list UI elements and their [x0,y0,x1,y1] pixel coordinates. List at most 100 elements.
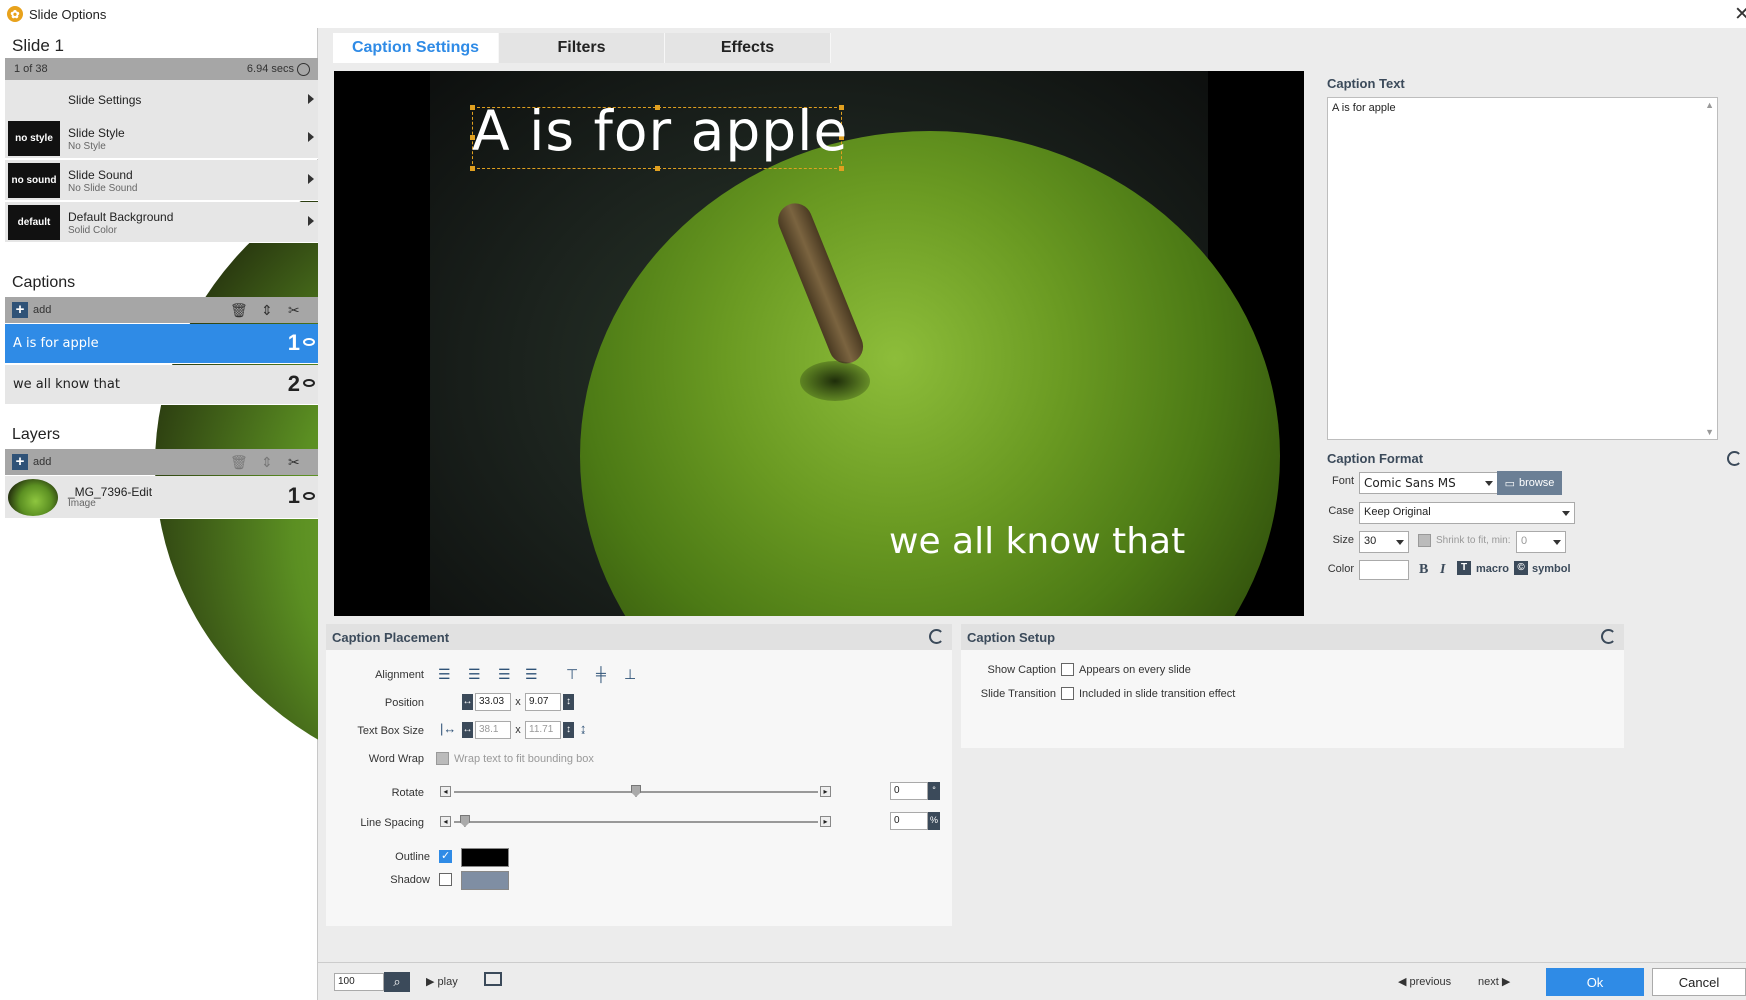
resize-handle[interactable] [470,166,475,171]
next-button[interactable]: next ▶ [1478,975,1510,988]
align-bottom-icon[interactable]: ⊥ [624,666,636,683]
italic-button[interactable]: I [1440,562,1445,578]
add-icon[interactable]: + [12,454,28,470]
close-icon[interactable]: ✕ [1734,3,1746,26]
add-icon[interactable]: + [12,302,28,318]
scroll-up-icon[interactable]: ▲ [1705,100,1714,110]
menu-item-subtitle: Solid Color [68,225,117,236]
macro-button[interactable]: macro [1476,563,1509,575]
clock-icon[interactable] [297,62,310,76]
show-caption-label: Show Caption [987,664,1057,676]
play-button[interactable]: ▶ play [426,975,458,988]
resize-handle[interactable] [839,166,844,171]
reorder-icon: ⇕ [261,454,273,470]
vertical-arrows-icon: ↕ [563,694,574,710]
slider-left-icon[interactable]: ◂ [440,786,451,797]
magnifier-icon[interactable]: ⌕ [384,972,410,992]
align-left-icon[interactable]: ☰ [438,666,451,683]
slider-right-icon[interactable]: ▸ [820,816,831,827]
caption-text-input[interactable]: A is for apple ▲ ▼ [1327,97,1718,440]
rotate-input[interactable]: 0 [890,782,928,800]
add-layer-button[interactable]: add [33,456,51,468]
captions-heading: Captions [12,274,76,291]
shadow-checkbox[interactable] [439,873,452,886]
tab-effects[interactable]: Effects [665,33,831,63]
align-middle-icon[interactable]: ╪ [596,666,606,682]
slide-preview[interactable]: A is for apple we all know that [334,71,1304,616]
zoom-input[interactable]: 100 [334,973,384,991]
align-center-icon[interactable]: ☰ [468,666,481,683]
show-caption-checkbox[interactable] [1061,663,1074,676]
width-icon[interactable]: |↔ [440,721,456,736]
box-height-input[interactable]: 11.71 [525,721,561,739]
browse-button[interactable]: ▭ browse [1497,471,1562,495]
captions-toolbar: + add 🗑 ⇕ ✂ [5,297,318,323]
reset-icon[interactable] [1727,451,1742,466]
layer-number: 1 [287,483,300,508]
wordwrap-checkbox[interactable] [436,752,449,765]
position-y-input[interactable]: 9.07 [525,693,561,711]
add-caption-button[interactable]: add [33,304,51,316]
linespacing-slider-knob[interactable] [459,815,470,827]
tools-icon[interactable]: ✂ [288,302,300,319]
slide-settings-item[interactable]: Slide Settings [5,80,855,790]
text-icon[interactable]: T [1457,561,1471,575]
ok-button[interactable]: Ok [1546,968,1644,996]
linespacing-input[interactable]: 0 [890,812,928,830]
eye-icon[interactable] [303,379,315,387]
bold-button[interactable]: B [1419,562,1428,578]
eye-icon[interactable] [303,492,315,500]
default-background-item[interactable]: default Default Background Solid Color [5,202,318,243]
symbol-button[interactable]: symbol [1532,563,1571,575]
rotate-slider-knob[interactable] [631,785,641,797]
trash-icon[interactable]: 🗑 [230,302,248,319]
tab-caption-settings[interactable]: Caption Settings [333,33,499,63]
slide-style-item[interactable]: no style Slide Style No Style [5,118,318,159]
horizontal-arrows-icon: ↔ [462,694,473,710]
shrink-checkbox[interactable] [1418,534,1431,547]
slider-left-icon[interactable]: ◂ [440,816,451,827]
slide-name: Slide 1 [12,36,64,55]
caption-preview-1[interactable]: A is for apple [472,99,848,163]
shrink-min-select[interactable]: 0 [1516,531,1566,553]
reset-icon[interactable] [929,629,944,644]
shadow-color-swatch[interactable] [461,871,509,890]
slider-right-icon[interactable]: ▸ [820,786,831,797]
height-icon[interactable]: ↨ [580,721,587,736]
align-top-icon[interactable]: ⊤ [566,666,578,683]
eye-icon[interactable] [303,338,315,346]
wordwrap-label: Word Wrap [368,753,424,765]
linespacing-slider-track[interactable] [454,821,818,823]
arrow-left-icon: ◀ [1398,976,1407,988]
slide-options-window: ✿ Slide Options ✕ Slide 1 1 of 38 6.94 s… [0,0,1746,1000]
outline-checkbox[interactable] [439,849,452,863]
slide-transition-checkbox[interactable] [1061,687,1074,700]
rotate-label: Rotate [391,787,424,799]
resize-handle[interactable] [655,166,660,171]
box-width-input[interactable]: 38.1 [475,721,511,739]
caption-row-selected[interactable]: A is for apple 1 [5,324,318,364]
caption-preview-2[interactable]: we all know that [889,521,1185,562]
folder-icon: ▭ [1504,477,1515,490]
layers-heading: Layers [12,426,61,443]
caption-row[interactable]: we all know that 2 [5,365,318,405]
reset-icon[interactable] [1601,629,1616,644]
layer-row[interactable]: _MG_7396-Edit Image 1 [5,476,318,519]
color-swatch[interactable] [1359,560,1409,580]
previous-button[interactable]: ◀ previous [1398,975,1451,988]
position-x-input[interactable]: 33.03 [475,693,511,711]
cancel-button[interactable]: Cancel [1652,968,1746,996]
case-select[interactable]: Keep Original [1359,502,1575,524]
align-justify-icon[interactable]: ☰ [525,666,538,683]
size-select[interactable]: 30 [1359,531,1409,553]
font-select[interactable]: Comic Sans MS [1359,472,1498,494]
outline-color-swatch[interactable] [461,848,509,867]
align-right-icon[interactable]: ☰ [498,666,511,683]
tab-filters[interactable]: Filters [499,33,665,63]
reorder-icon[interactable]: ⇕ [261,302,273,319]
scroll-down-icon[interactable]: ▼ [1705,427,1714,437]
tools-icon[interactable]: ✂ [288,454,300,471]
slide-sound-item[interactable]: no sound Slide Sound No Slide Sound [5,160,318,201]
copyright-symbol-icon[interactable]: © [1514,561,1528,575]
fullscreen-icon[interactable] [484,972,502,986]
